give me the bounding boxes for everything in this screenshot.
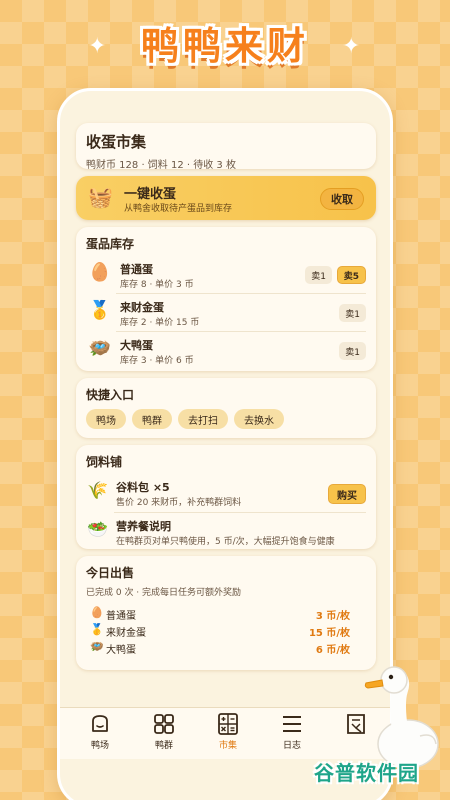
market-header-card: 收蛋市集 鸭财币 128 · 饲料 12 · 待收 3 枚 <box>76 123 376 171</box>
watermark-logo: 谷普软件园 <box>314 761 419 785</box>
inventory-row: 🥚 普通蛋 库存 8 · 单价 3 币 卖1 卖5 <box>86 258 366 293</box>
menu-icon <box>283 716 301 732</box>
home-icon <box>92 715 108 732</box>
sell-1-button[interactable]: 卖1 <box>339 304 366 322</box>
gold-medal-icon: 🥇 <box>90 623 104 636</box>
feed-shop-card: 饲料铺 🌾 谷料包 ×5 售价 20 来财币，补充鸭群饲料 购买 🥗 营养餐说明… <box>76 445 376 549</box>
sell-5-button[interactable]: 卖5 <box>336 266 366 284</box>
egg-icon: 🥚 <box>90 606 104 619</box>
divider <box>116 331 366 332</box>
tab-market[interactable]: 市集 <box>200 708 256 759</box>
calculator-icon <box>218 713 238 735</box>
shortcut-duck-flock[interactable]: 鸭群 <box>132 409 172 429</box>
app-header: 鸭鸭来财 <box>0 18 450 78</box>
sell-1-button[interactable]: 卖1 <box>305 266 332 284</box>
sale-price: 3 币/枚 <box>315 611 350 622</box>
collect-button[interactable]: 收取 <box>320 188 364 210</box>
sale-row: 🥇 来财金蛋 15 币/枚 <box>86 623 366 640</box>
sale-name: 普通蛋 <box>106 611 136 622</box>
inventory-title: 蛋品库存 <box>86 237 135 251</box>
shortcuts-title: 快捷入口 <box>86 388 135 402</box>
shortcut-change-water[interactable]: 去换水 <box>234 409 284 429</box>
nest-icon: 🪺 <box>90 640 104 653</box>
egg-meta: 库存 3 · 单价 6 币 <box>120 356 194 366</box>
feed-item: 🌾 谷料包 ×5 售价 20 来财币，补充鸭群饲料 购买 <box>86 476 366 512</box>
sale-name: 来财金蛋 <box>106 628 146 639</box>
app-title: 鸭鸭来财 <box>140 24 309 68</box>
tab-duck-flock[interactable]: 鸭群 <box>136 708 192 759</box>
egg-name: 大鸭蛋 <box>120 339 153 352</box>
tab-label: 鸭场 <box>90 741 109 751</box>
divider <box>116 293 366 294</box>
tab-log[interactable]: 日志 <box>264 708 320 759</box>
shortcuts-card: 快捷入口 鸭场 鸭群 去打扫 去换水 <box>76 378 376 438</box>
buy-button[interactable]: 购买 <box>328 484 366 504</box>
tab-label: 市集 <box>218 741 237 751</box>
today-sales-subtitle: 已完成 0 次 · 完成每日任务可额外奖励 <box>86 588 242 598</box>
today-sales-card: 今日出售 已完成 0 次 · 完成每日任务可额外奖励 🥚 普通蛋 3 币/枚 🥇… <box>76 556 376 670</box>
egg-name: 普通蛋 <box>120 263 153 276</box>
feed-name: 谷料包 ×5 <box>116 481 170 494</box>
feed-item: 🥗 营养餐说明 在鸭群页对单只鸭使用，5 币/次，大幅提升饱食与健康 <box>86 515 366 551</box>
phone-frame: 收蛋市集 鸭财币 128 · 饲料 12 · 待收 3 枚 🧺 一键收蛋 从鸭舍… <box>57 88 393 800</box>
grid-icon <box>154 714 174 734</box>
today-sales-title: 今日出售 <box>86 566 135 580</box>
feed-name: 营养餐说明 <box>116 520 171 533</box>
feed-meta: 在鸭群页对单只鸭使用，5 币/次，大幅提升饱食与健康 <box>116 537 335 547</box>
divider <box>114 512 366 513</box>
shortcut-duck-farm[interactable]: 鸭场 <box>86 409 126 429</box>
bottom-tab-bar: 鸭场 鸭群 市集 日志 <box>60 707 390 759</box>
collect-title: 一键收蛋 <box>124 187 177 202</box>
sale-price: 15 币/枚 <box>308 628 350 639</box>
shortcut-chips: 鸭场 鸭群 去打扫 去换水 <box>86 409 366 429</box>
collect-eggs-card: 🧺 一键收蛋 从鸭舍收取待产蛋品到库存 收取 <box>76 176 376 220</box>
sparkle-icon: ✦ <box>342 34 361 59</box>
inventory-row: 🪺 大鸭蛋 库存 3 · 单价 6 币 卖1 <box>86 334 366 369</box>
inventory-card: 蛋品库存 🥚 普通蛋 库存 8 · 单价 3 币 卖1 卖5 🥇 来财金蛋 库存… <box>76 227 376 371</box>
market-page: 收蛋市集 鸭财币 128 · 饲料 12 · 待收 3 枚 🧺 一键收蛋 从鸭舍… <box>76 123 376 677</box>
tab-label: 鸭群 <box>154 741 173 751</box>
grain-icon: 🌾 <box>87 481 109 501</box>
sale-price: 6 币/枚 <box>315 645 350 656</box>
egg-name: 来财金蛋 <box>120 301 164 314</box>
sell-1-button[interactable]: 卖1 <box>339 342 366 360</box>
feed-meta: 售价 20 来财币，补充鸭群饲料 <box>116 498 242 508</box>
tab-duck-farm[interactable]: 鸭场 <box>72 708 128 759</box>
egg-icon: 🥚 <box>88 262 112 283</box>
gold-medal-icon: 🥇 <box>88 300 112 321</box>
tab-label: 日志 <box>282 741 301 751</box>
inventory-row: 🥇 来财金蛋 库存 2 · 单价 15 币 卖1 <box>86 296 366 331</box>
sparkle-icon: ✦ <box>88 34 107 59</box>
market-summary: 鸭财币 128 · 饲料 12 · 待收 3 枚 <box>86 160 236 171</box>
egg-meta: 库存 8 · 单价 3 币 <box>120 280 194 290</box>
basket-icon: 🧺 <box>88 185 113 209</box>
egg-meta: 库存 2 · 单价 15 币 <box>120 318 200 328</box>
sale-row: 🪺 大鸭蛋 6 币/枚 <box>86 640 366 657</box>
nest-icon: 🪺 <box>88 338 112 359</box>
sale-row: 🥚 普通蛋 3 币/枚 <box>86 606 366 623</box>
sale-name: 大鸭蛋 <box>106 645 136 656</box>
feed-shop-title: 饲料铺 <box>86 455 123 469</box>
page-title: 收蛋市集 <box>86 133 147 151</box>
shortcut-clean[interactable]: 去打扫 <box>178 409 228 429</box>
collect-subtitle: 从鸭舍收取待产蛋品到库存 <box>124 204 233 214</box>
salad-icon: 🥗 <box>87 520 109 540</box>
